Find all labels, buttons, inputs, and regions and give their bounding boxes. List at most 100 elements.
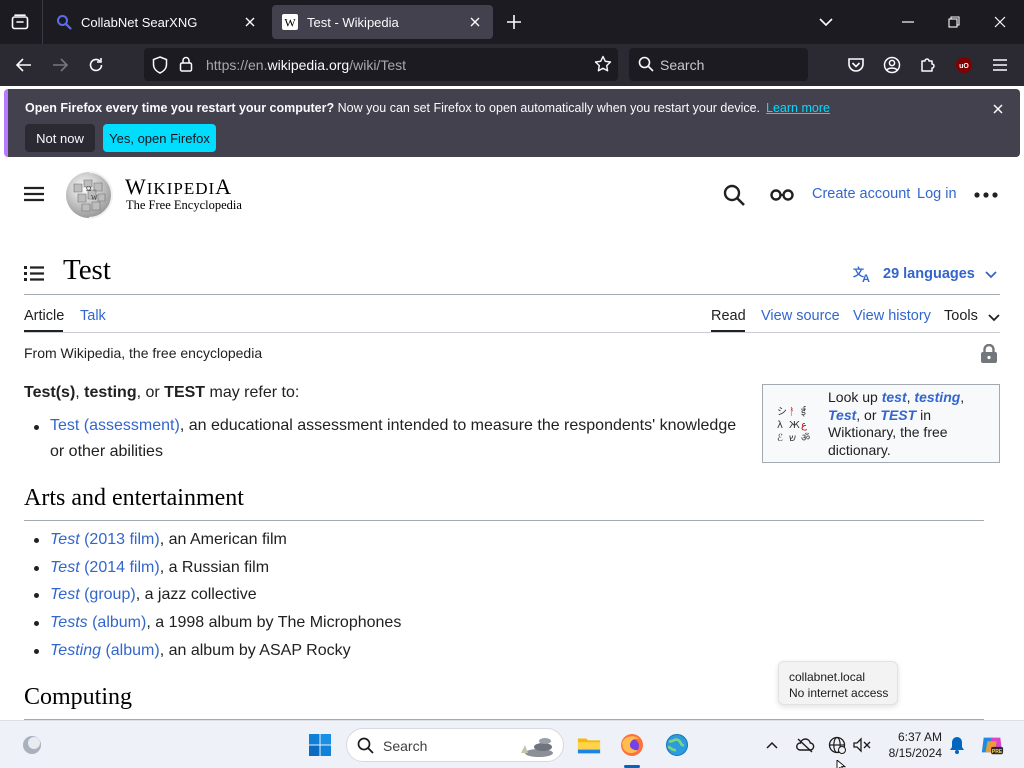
ellipsis-icon <box>974 192 998 198</box>
network-app-button[interactable] <box>665 733 689 757</box>
link-testing-album[interactable]: Testing (album) <box>50 642 160 659</box>
network-status-button[interactable] <box>825 733 849 757</box>
clock[interactable]: 6:37 AM 8/15/2024 <box>880 729 942 761</box>
link-paren: (album) <box>87 614 147 631</box>
search-highlight-icon <box>515 733 561 764</box>
taskbar: Search 6:37 AM 8/15/2024 PRE <box>0 720 1024 768</box>
back-button[interactable] <box>13 54 35 76</box>
wikipedia-favicon-icon: W <box>282 14 298 30</box>
lock-icon[interactable] <box>179 56 193 77</box>
link-test-2013-film[interactable]: Test (2013 film) <box>50 531 160 548</box>
log-in-link[interactable]: Log in <box>917 186 957 202</box>
close-notification-icon[interactable] <box>990 101 1006 117</box>
svg-text:Ж: Ж <box>789 420 800 431</box>
list-item: Test (assessment), an educational assess… <box>50 417 736 435</box>
link-italic: Test <box>50 559 80 576</box>
languages-button[interactable]: 文A 29 languages <box>853 264 997 284</box>
wikt-link-Test[interactable]: Test <box>828 407 856 423</box>
protected-lock-icon[interactable] <box>980 343 998 364</box>
firefox-view-icon <box>11 14 29 30</box>
file-explorer-button[interactable] <box>577 733 601 757</box>
link-test-group[interactable]: Test (group) <box>50 586 136 603</box>
tab-talk[interactable]: Talk <box>80 308 106 324</box>
section-divider <box>24 520 984 521</box>
firefox-taskbar-button[interactable] <box>620 733 644 757</box>
volume-button[interactable] <box>850 733 874 757</box>
firefox-view-button[interactable] <box>8 10 32 34</box>
list-bullet-icon <box>24 266 44 281</box>
taskbar-search-box[interactable]: Search <box>346 728 564 762</box>
url-bar[interactable]: https://en.wikipedia.org/wiki/Test <box>144 48 618 81</box>
tab-view-history[interactable]: View history <box>853 308 931 324</box>
wikt-link-test[interactable]: test <box>882 389 907 405</box>
forward-button[interactable] <box>49 54 71 76</box>
tooltip-network-name: collabnet.local <box>789 670 866 684</box>
copilot-button[interactable]: PRE <box>980 733 1004 757</box>
link-italic: Tests <box>50 614 88 631</box>
close-window-button[interactable] <box>990 12 1010 32</box>
lead-sep: , or <box>136 384 165 401</box>
ublock-origin-button[interactable]: uO <box>953 54 975 76</box>
yes-open-firefox-button[interactable]: Yes, open Firefox <box>103 124 216 152</box>
link-tests-album[interactable]: Tests (album) <box>50 614 146 631</box>
svg-text:A: A <box>862 273 870 283</box>
notifications-button[interactable] <box>945 733 969 757</box>
bell-icon <box>950 737 964 754</box>
not-now-button[interactable]: Not now <box>25 124 95 152</box>
account-button[interactable] <box>881 54 903 76</box>
link-test-2014-film[interactable]: Test (2014 film) <box>50 559 160 576</box>
create-account-link[interactable]: Create account <box>812 186 910 202</box>
personal-tools-button[interactable] <box>974 188 998 200</box>
close-tab-icon[interactable] <box>242 14 258 30</box>
restore-button[interactable] <box>944 12 964 32</box>
extensions-button[interactable] <box>917 54 939 76</box>
lead-term-1: Test(s) <box>24 384 76 401</box>
appearance-button[interactable] <box>770 186 794 204</box>
list-bullet <box>34 425 39 430</box>
lead-rest: may refer to: <box>205 384 300 401</box>
search-bar[interactable]: Search <box>629 48 808 81</box>
site-subtitle: From Wikipedia, the free encyclopedia <box>24 345 263 361</box>
pocket-button[interactable] <box>845 54 867 76</box>
section-heading-computing: Computing <box>24 684 133 710</box>
svg-text:ع: ع <box>801 420 807 431</box>
bookmark-star-icon[interactable] <box>594 55 612 78</box>
restore-icon <box>948 16 960 28</box>
table-of-contents-button[interactable] <box>24 264 44 282</box>
show-hidden-icons-button[interactable] <box>760 733 784 757</box>
tools-menu[interactable]: Tools <box>944 308 978 324</box>
link-paren: (group) <box>79 586 136 603</box>
plus-icon <box>507 15 521 29</box>
list-all-tabs-button[interactable] <box>816 12 836 32</box>
shield-icon[interactable] <box>152 56 168 79</box>
wikt-link-testing[interactable]: testing <box>914 389 960 405</box>
notification-text: Now you can set Firefox to open automati… <box>334 101 761 115</box>
chevron-up-icon <box>766 741 778 749</box>
wikipedia-wordmark[interactable]: WIKIPEDIA <box>125 174 232 200</box>
menu-button[interactable] <box>989 54 1011 76</box>
tab-view-source[interactable]: View source <box>761 308 840 324</box>
wiki-search-button[interactable] <box>723 184 745 206</box>
wikt-link-TEST[interactable]: TEST <box>880 407 916 423</box>
minimize-button[interactable] <box>898 12 918 32</box>
chevron-down-icon[interactable] <box>988 311 1000 323</box>
tab-read[interactable]: Read <box>711 308 746 324</box>
url-text[interactable]: https://en.wikipedia.org/wiki/Test <box>206 57 406 73</box>
reload-button[interactable] <box>85 54 107 76</box>
start-button[interactable] <box>308 733 332 757</box>
new-tab-button[interactable] <box>504 12 524 32</box>
wikipedia-globe-logo[interactable]: Ω W <box>64 170 114 220</box>
tab-article[interactable]: Article <box>24 308 64 324</box>
close-tab-icon[interactable] <box>467 14 483 30</box>
learn-more-link[interactable]: Learn more <box>766 101 830 115</box>
main-menu-button[interactable] <box>24 186 44 202</box>
onedrive-button[interactable] <box>793 733 817 757</box>
tabs-divider <box>24 332 1000 333</box>
cloud-off-icon <box>796 738 815 753</box>
widgets-button[interactable] <box>20 733 44 757</box>
tab-collabnet-searxng[interactable]: CollabNet SearXNG <box>46 5 268 39</box>
tab-test-wikipedia[interactable]: W Test - Wikipedia <box>272 5 493 39</box>
link-paren: (2014 film) <box>79 559 160 576</box>
windows-logo-icon <box>309 734 331 756</box>
link-test-assessment[interactable]: Test (assessment) <box>50 417 180 434</box>
